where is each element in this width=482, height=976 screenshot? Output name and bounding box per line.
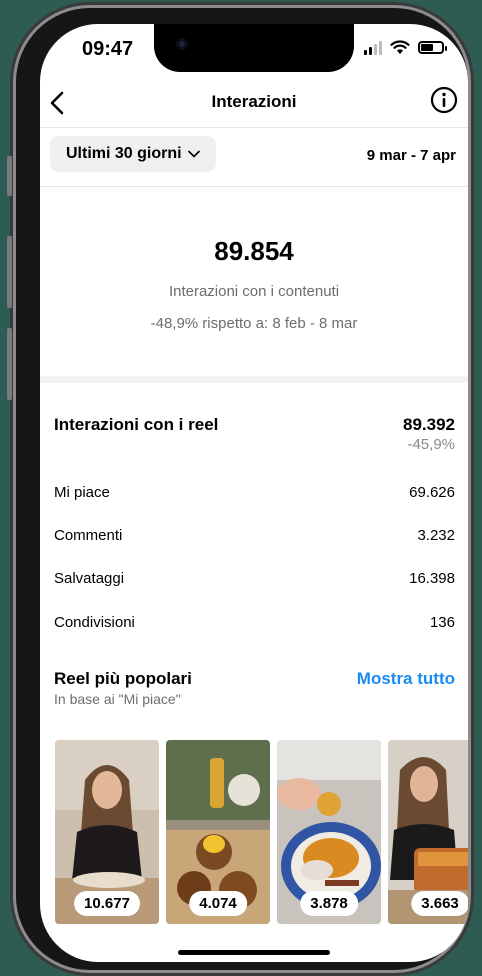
reel-thumbnail[interactable]: 3.878 [277, 740, 381, 924]
metric-value: 16.398 [409, 570, 455, 587]
date-range-value: 9 mar - 7 apr [366, 147, 456, 164]
reel-like-count: 10.677 [74, 891, 140, 916]
total-interactions: 89.854 [214, 236, 294, 266]
section-separator [40, 376, 468, 383]
reel-like-count: 4.074 [189, 891, 247, 916]
navigation-bar: Interazioni [40, 84, 468, 128]
reel-interactions-total: 89.392 [403, 415, 455, 434]
status-time: 09:47 [82, 38, 134, 60]
show-all-link[interactable]: Mostra tutto [357, 669, 455, 689]
reel-interactions-change: -45,9% [407, 436, 455, 453]
info-icon [430, 86, 458, 114]
reel-like-count: 3.878 [300, 891, 358, 916]
metric-label: Commenti [54, 527, 123, 544]
status-icons [364, 40, 447, 55]
popular-reels-carousel: 10.677 4.074 3.878 3.663 [55, 740, 468, 924]
cellular-signal-icon [364, 40, 382, 55]
popular-reels-title: Reel più popolari [54, 669, 192, 688]
app-screen: 09:47 Interazioni Ultimi 30 giorni 9 mar… [40, 24, 468, 962]
metric-row-saves: Salvataggi 16.398 [54, 570, 455, 592]
page-title: Interazioni [211, 92, 297, 111]
front-camera [176, 38, 188, 50]
popular-reels-subtitle: In base ai "Mi piace" [54, 691, 181, 707]
reel-interactions-title: Interazioni con i reel [54, 415, 219, 434]
header-divider [40, 127, 468, 128]
home-indicator [178, 950, 330, 955]
wifi-icon [390, 40, 410, 54]
volume-up-button [7, 236, 12, 308]
notch [154, 24, 354, 72]
reel-like-count: 3.663 [411, 891, 468, 916]
date-range-dropdown[interactable]: Ultimi 30 giorni [50, 136, 216, 172]
metric-value: 136 [429, 614, 455, 631]
volume-down-button [7, 328, 12, 400]
filter-divider [40, 186, 468, 187]
reel-thumbnail[interactable]: 10.677 [55, 740, 159, 924]
metric-label: Condivisioni [54, 614, 135, 631]
date-range-label: Ultimi 30 giorni [66, 145, 182, 162]
total-comparison: -48,9% rispetto a: 8 feb - 8 mar [150, 315, 358, 332]
reel-thumbnail[interactable]: 3.663 [388, 740, 468, 924]
metric-row-shares: Condivisioni 136 [54, 614, 455, 636]
info-button[interactable] [430, 86, 458, 114]
metric-value: 69.626 [409, 484, 455, 501]
battery-icon [418, 41, 447, 54]
metric-value: 3.232 [417, 527, 455, 544]
mute-switch [7, 156, 12, 196]
chevron-down-icon [187, 150, 200, 158]
reel-thumbnail[interactable]: 4.074 [166, 740, 270, 924]
metric-row-comments: Commenti 3.232 [54, 527, 455, 549]
metric-label: Salvataggi [54, 570, 125, 587]
total-interactions-label: Interazioni con i contenuti [168, 283, 340, 300]
metric-label: Mi piace [54, 484, 110, 501]
metric-row-likes: Mi piace 69.626 [54, 484, 455, 506]
